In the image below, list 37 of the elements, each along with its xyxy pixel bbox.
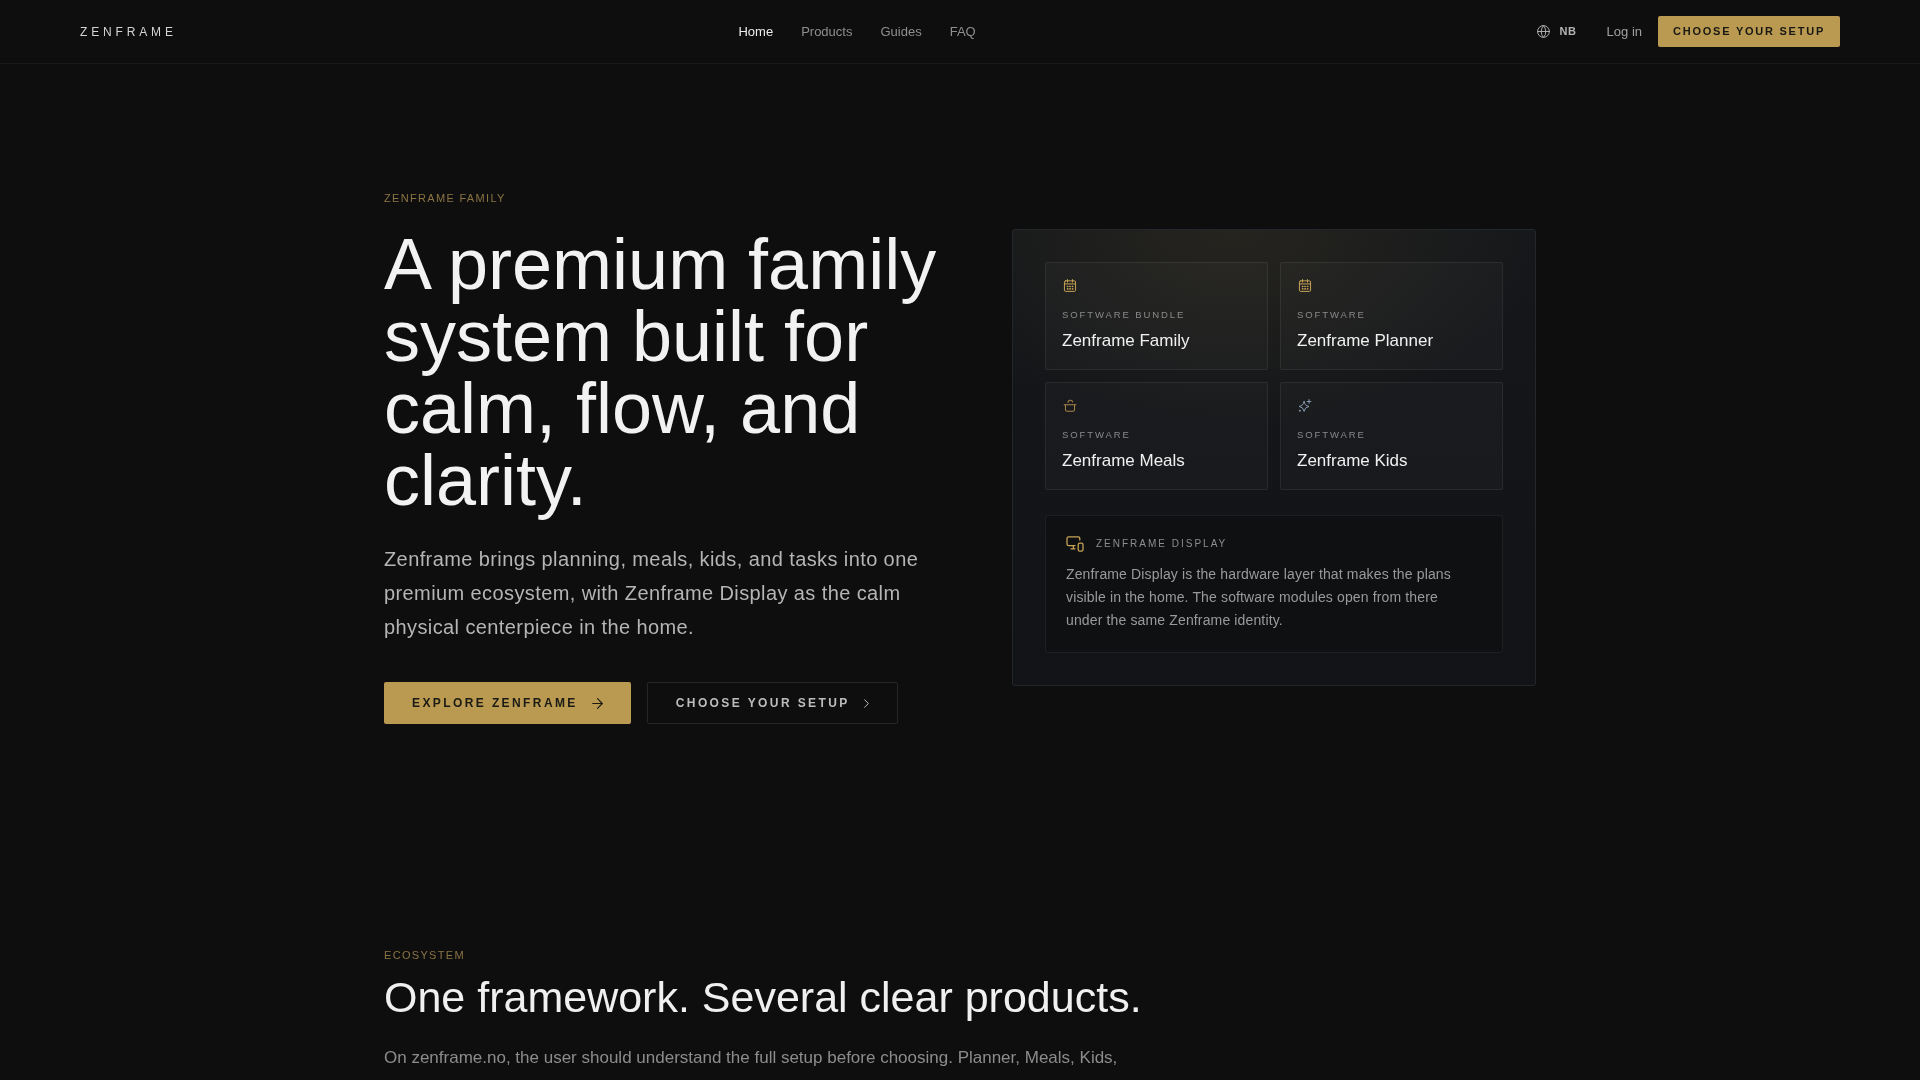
- product-card[interactable]: SOFTWARE BUNDLE Zenframe Family: [1045, 261, 1268, 370]
- product-card[interactable]: SOFTWARE Zenframe Meals: [1045, 381, 1268, 490]
- devices-icon: [1066, 535, 1084, 552]
- product-name: Zenframe Kids: [1297, 449, 1408, 472]
- nav-link[interactable]: FAQ: [949, 21, 976, 42]
- calendar-icon: [1297, 278, 1313, 292]
- arrow-right-icon: [591, 697, 603, 709]
- display-label: ZENFRAME DISPLAY: [1096, 536, 1228, 551]
- product-category: SOFTWARE: [1062, 427, 1131, 442]
- login-link[interactable]: Log in: [1606, 21, 1643, 42]
- language-button[interactable]: NB: [1537, 23, 1577, 40]
- calendar-icon: [1062, 278, 1078, 292]
- sparkle-icon: [1297, 398, 1313, 412]
- nav-link[interactable]: Home: [738, 21, 774, 42]
- brand-logo[interactable]: ZENFRAME: [80, 22, 177, 41]
- product-name: Zenframe Planner: [1297, 329, 1434, 352]
- setup-button[interactable]: CHOOSE YOUR SETUP: [1658, 16, 1840, 47]
- section-heading: One framework. Several clear products.: [384, 973, 1142, 1021]
- product-category: SOFTWARE: [1297, 427, 1366, 442]
- chevron-right-icon: [863, 698, 869, 708]
- nav-link[interactable]: Guides: [880, 21, 922, 42]
- pot-icon: [1062, 398, 1078, 412]
- setup-button[interactable]: CHOOSE YOUR SETUP: [646, 682, 898, 724]
- product-card[interactable]: SOFTWARE Zenframe Kids: [1280, 381, 1503, 490]
- product-category: SOFTWARE BUNDLE: [1062, 307, 1186, 322]
- product-name: Zenframe Meals: [1062, 449, 1185, 472]
- nav-link[interactable]: Products: [801, 21, 853, 42]
- hero-description: Zenframe brings planning, meals, kids, and tasks into one premium ecosystem, with Zenframe Display as the calm physical centerpiece in the home.: [384, 547, 920, 640]
- display-description: Zenframe Display is the hardware layer that makes the plans visible in the home. The software modules open from there under the same Zenframe identity.: [1066, 564, 1452, 630]
- product-card[interactable]: SOFTWARE Zenframe Planner: [1280, 261, 1503, 370]
- section-intro: On zenframe.no, the user should understand the full setup before choosing. Planner, Meals, Kids,: [384, 1047, 1118, 1069]
- section-eyebrow: ECOSYSTEM: [384, 948, 465, 963]
- product-category: SOFTWARE: [1297, 307, 1366, 322]
- globe-icon: [1537, 25, 1551, 38]
- explore-button[interactable]: EXPLORE ZENFRAME: [384, 682, 631, 724]
- product-name: Zenframe Family: [1062, 329, 1190, 352]
- eyebrow-label: ZENFRAME FAMILY: [384, 191, 506, 206]
